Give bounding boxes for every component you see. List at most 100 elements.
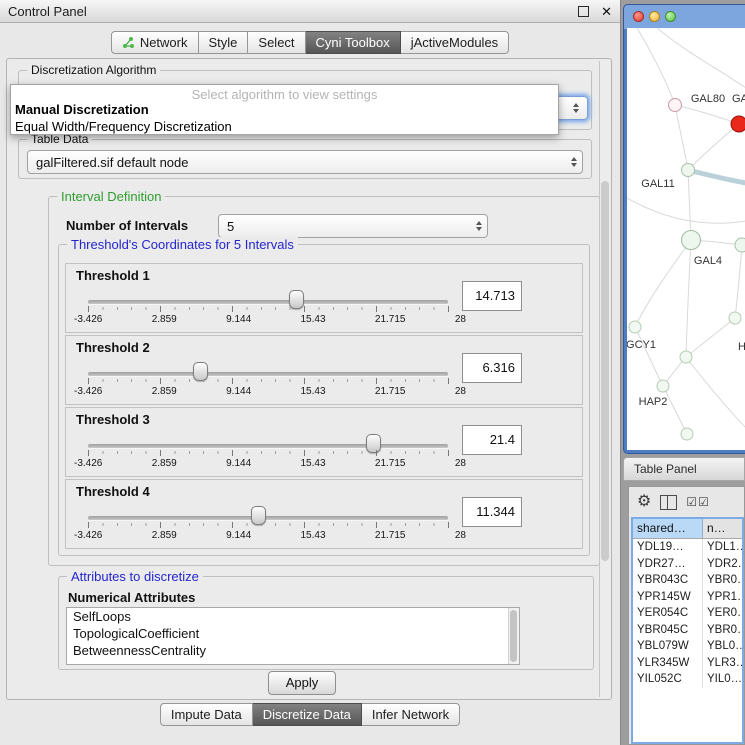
- slider-track[interactable]: [88, 444, 448, 449]
- table-header-cell-shared-name[interactable]: shared…: [633, 519, 703, 538]
- combo-stepper[interactable]: [568, 103, 584, 113]
- network-edges: [627, 28, 745, 434]
- combo-stepper[interactable]: [471, 221, 487, 231]
- number-of-intervals-combo[interactable]: 5: [218, 214, 488, 238]
- tick-labels: -3.4262.8599.14415.4321.71528: [74, 314, 466, 325]
- tab-jactivemodules[interactable]: jActiveModules: [401, 31, 509, 54]
- table-row[interactable]: YBR043CYBR0…: [633, 572, 742, 589]
- attribute-item[interactable]: BetweennessCentrality: [67, 642, 519, 659]
- algorithm-popup: Select algorithm to view settings Manual…: [10, 84, 559, 135]
- threshold-row: Threshold 1 -3.4262.8599.14415.4321.7152…: [65, 263, 583, 333]
- network-canvas[interactable]: GAL80 GA GAL11 GAL4 GCY1 H HAP2: [627, 28, 745, 450]
- close-traffic-light-icon[interactable]: [633, 11, 644, 22]
- node-table: shared… n… YDL19…YDL1… YDR27…YDR2… YBR04…: [631, 517, 744, 744]
- network-node[interactable]: [735, 238, 745, 252]
- network-node[interactable]: [680, 351, 692, 363]
- tick-labels: -3.4262.8599.14415.4321.71528: [74, 458, 466, 469]
- network-icon: [122, 36, 135, 49]
- select-columns-icon[interactable]: ☑☑: [686, 496, 710, 508]
- table-row[interactable]: YER054CYER0…: [633, 605, 742, 622]
- network-node-selected[interactable]: [731, 116, 745, 132]
- network-node[interactable]: [729, 312, 741, 324]
- attributes-group-title: Attributes to discretize: [67, 569, 203, 584]
- popup-placeholder: Select algorithm to view settings: [11, 85, 558, 101]
- network-node[interactable]: [669, 99, 682, 112]
- network-node-label: GAL11: [641, 178, 674, 190]
- table-data-combo[interactable]: galFiltered.sif default node: [27, 150, 583, 174]
- table-panel-titlebar: Table Panel: [623, 457, 745, 481]
- zoom-traffic-light-icon[interactable]: [665, 11, 676, 22]
- slider-ticks: [88, 306, 449, 312]
- float-window-icon[interactable]: [578, 6, 589, 17]
- popup-item-equal-width[interactable]: Equal Width/Frequency Discretization: [11, 118, 558, 135]
- slider-ticks: [88, 450, 449, 456]
- control-panel-titlebar: Control Panel ✕: [0, 0, 620, 23]
- close-icon[interactable]: ✕: [601, 5, 612, 18]
- tab-discretize-data[interactable]: Discretize Data: [253, 703, 362, 726]
- table-row[interactable]: YDR27…YDR2…: [633, 556, 742, 573]
- bottom-tab-bar: Impute Data Discretize Data Infer Networ…: [0, 703, 620, 726]
- list-scrollbar[interactable]: [508, 608, 519, 664]
- scrollbar-thumb[interactable]: [601, 181, 609, 561]
- table-row[interactable]: YLR345WYLR3…: [633, 655, 742, 672]
- minimize-traffic-light-icon[interactable]: [649, 11, 660, 22]
- network-node[interactable]: [682, 231, 701, 250]
- top-tab-bar: Network Style Select Cyni Toolbox jActiv…: [0, 31, 620, 54]
- tab-infer-network[interactable]: Infer Network: [362, 703, 460, 726]
- attribute-item[interactable]: SelfLoops: [67, 608, 519, 625]
- network-node-label: HAP2: [639, 396, 668, 408]
- threshold-value-input[interactable]: 6.316: [462, 353, 522, 383]
- number-of-intervals-value: 5: [219, 219, 471, 234]
- interval-definition-group: Interval Definition Number of Intervals …: [48, 196, 600, 566]
- combo-stepper[interactable]: [566, 157, 582, 167]
- tick-labels: -3.4262.8599.14415.4321.71528: [74, 386, 466, 397]
- desktop: Control Panel ✕ Network Style Select Cyn…: [0, 0, 745, 745]
- thresholds-group: Threshold's Coordinates for 5 Intervals …: [58, 244, 590, 556]
- attribute-item[interactable]: TopologicalCoefficient: [67, 625, 519, 642]
- tick-labels: -3.4262.8599.14415.4321.71528: [74, 530, 466, 541]
- tab-label: Cyni Toolbox: [316, 32, 390, 53]
- tab-label: Discretize Data: [263, 704, 351, 725]
- numerical-attributes-label: Numerical Attributes: [68, 590, 195, 605]
- table-toolbar: ⚙ ☑☑: [629, 487, 744, 517]
- cyni-content-panel: Discretization Algorithm Select algorith…: [6, 58, 612, 700]
- slider-ticks: [88, 522, 449, 528]
- gear-icon[interactable]: ⚙: [637, 494, 651, 510]
- threshold-value-input[interactable]: 14.713: [462, 281, 522, 311]
- panel-scrollbar[interactable]: [599, 61, 610, 697]
- tab-label: jActiveModules: [411, 32, 498, 53]
- slider-track[interactable]: [88, 372, 448, 377]
- table-panel-window: ⚙ ☑☑ shared… n… YDL19…YDL1… YDR27…YDR2… …: [628, 486, 745, 745]
- threshold-value-input[interactable]: 21.4: [462, 425, 522, 455]
- columns-icon[interactable]: [660, 495, 677, 510]
- tab-impute-data[interactable]: Impute Data: [160, 703, 253, 726]
- tab-label: Select: [258, 32, 294, 53]
- table-row[interactable]: YIL052CYIL0…: [633, 671, 742, 688]
- popup-item-manual-discretization[interactable]: Manual Discretization: [11, 101, 558, 118]
- tab-style[interactable]: Style: [199, 31, 249, 54]
- network-node[interactable]: [681, 428, 693, 440]
- tab-label: Infer Network: [372, 704, 449, 725]
- table-row[interactable]: YBL079WYBL0…: [633, 638, 742, 655]
- attributes-group: Attributes to discretize Numerical Attri…: [58, 576, 594, 670]
- network-node[interactable]: [682, 164, 695, 177]
- threshold-value-input[interactable]: 11.344: [462, 497, 522, 527]
- network-node-label: GA: [732, 93, 745, 105]
- slider-track[interactable]: [88, 300, 448, 305]
- network-window-titlebar: [624, 5, 745, 27]
- network-node-label: GAL4: [694, 255, 722, 267]
- table-row[interactable]: YBR045CYBR0…: [633, 622, 742, 639]
- table-header-cell-name[interactable]: n…: [703, 519, 742, 538]
- tab-label: Impute Data: [171, 704, 242, 725]
- scrollbar-thumb[interactable]: [510, 610, 517, 662]
- apply-button[interactable]: Apply: [268, 671, 336, 695]
- table-row[interactable]: YPR145WYPR1…: [633, 589, 742, 606]
- tab-network[interactable]: Network: [111, 31, 199, 54]
- tab-select[interactable]: Select: [248, 31, 305, 54]
- threshold-row: Threshold 2 -3.4262.8599.14415.4321.7152…: [65, 335, 583, 405]
- table-row[interactable]: YDL19…YDL1…: [633, 539, 742, 556]
- network-node[interactable]: [629, 321, 641, 333]
- tab-cyni-toolbox[interactable]: Cyni Toolbox: [306, 31, 401, 54]
- network-node[interactable]: [657, 380, 669, 392]
- slider-track[interactable]: [88, 516, 448, 521]
